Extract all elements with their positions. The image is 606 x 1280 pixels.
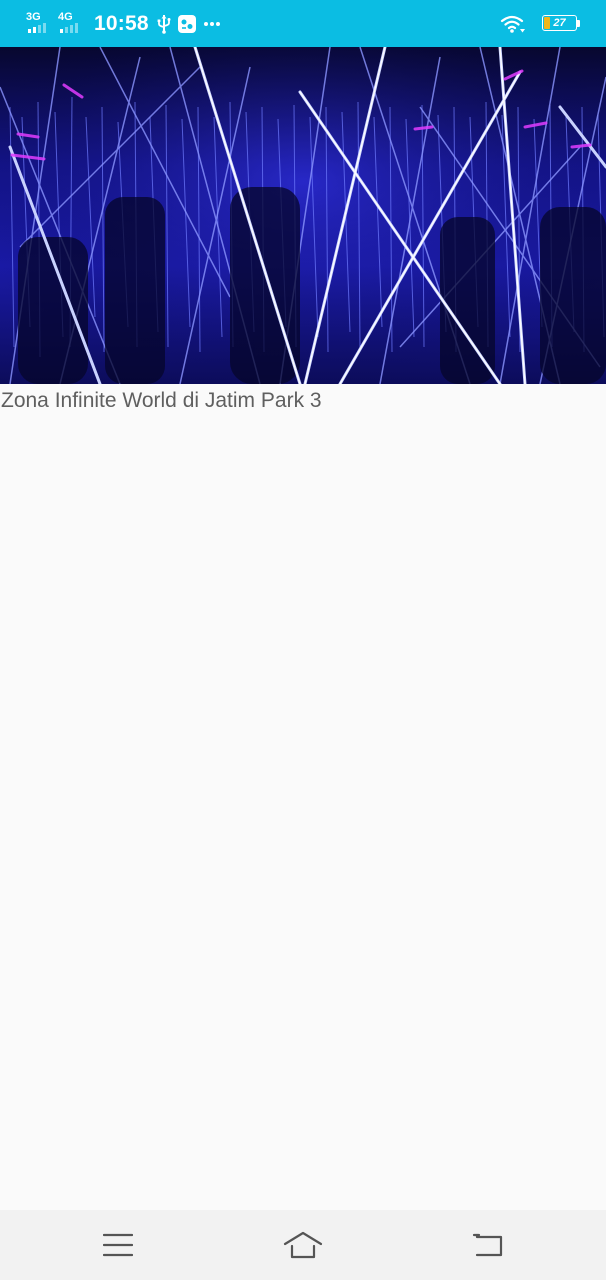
status-bar: 3G 4G 10:58 27: [0, 0, 606, 47]
app-notification-icon: [177, 14, 197, 34]
status-clock: 10:58: [94, 11, 149, 35]
status-bar-left: 3G 4G 10:58: [26, 0, 227, 47]
battery-percentage: 27: [553, 16, 566, 29]
menu-button[interactable]: [98, 1225, 138, 1265]
home-icon: [283, 1231, 323, 1259]
signal-3g-icon: 3G: [26, 11, 54, 37]
wifi-icon: [500, 14, 526, 34]
network-type-2: 4G: [58, 10, 73, 23]
battery-icon: 27: [542, 14, 582, 33]
status-bar-right: 27: [500, 0, 582, 47]
infinite-world-photo[interactable]: [0, 47, 606, 384]
back-icon: [472, 1233, 503, 1257]
image-caption: Zona Infinite World di Jatim Park 3: [1, 389, 322, 412]
more-dots-icon: [203, 21, 221, 27]
usb-icon: [157, 14, 171, 34]
home-button[interactable]: [283, 1225, 323, 1265]
hamburger-menu-icon: [103, 1233, 133, 1257]
signal-4g-icon: 4G: [58, 11, 86, 37]
back-button[interactable]: [468, 1225, 508, 1265]
network-type-1: 3G: [26, 10, 41, 23]
navigation-bar: [0, 1210, 606, 1280]
